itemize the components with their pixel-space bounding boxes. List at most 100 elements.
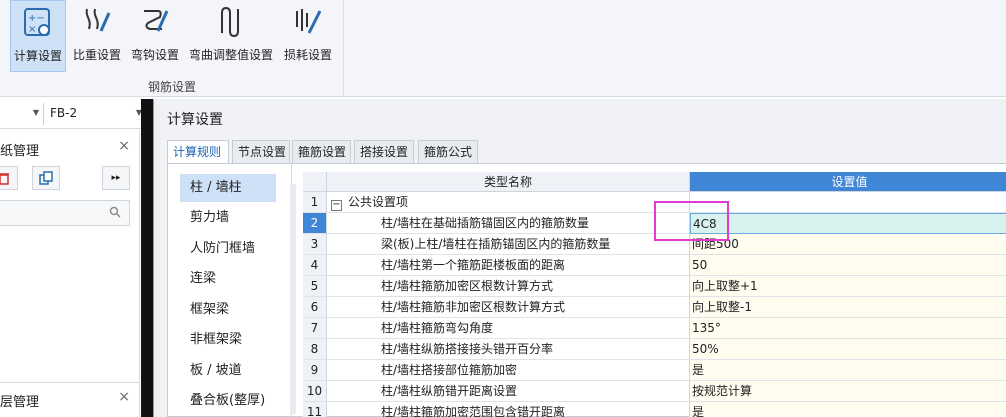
search-input[interactable] xyxy=(0,200,130,226)
delete-button[interactable] xyxy=(0,166,18,190)
row-number: 8 xyxy=(303,339,327,360)
row-number: 10 xyxy=(303,381,327,402)
loss-settings-label: 损耗设置 xyxy=(283,48,332,62)
value-cell[interactable]: 是 xyxy=(690,360,1006,381)
bend-adjust-label: 弯曲调整值设置 xyxy=(188,48,273,62)
trash-icon xyxy=(0,173,9,185)
copy-icon xyxy=(39,171,53,185)
category-item[interactable]: 连梁 xyxy=(180,265,276,293)
group-label: 公共设置项 xyxy=(348,195,409,209)
hook-settings-button[interactable]: 弯钩设置 xyxy=(128,0,182,72)
hook-settings-icon xyxy=(135,2,175,42)
value-cell[interactable]: 50% xyxy=(690,339,1006,360)
name-cell: 梁(板)上柱/墙柱在插筋锚固区内的箍筋数量 xyxy=(327,234,690,255)
tab-stirrup-settings[interactable]: 箍筋设置 xyxy=(292,140,351,164)
loss-settings-icon xyxy=(288,2,328,42)
calc-settings-dialog: 计算设置 计算规则 节点设置 箍筋设置 搭接设置 箍筋公式 柱 / 墙柱 剪力墙… xyxy=(153,99,1006,417)
table-row[interactable]: 8 柱/墙柱纵筋搭接接头错开百分率 50% xyxy=(303,339,1006,360)
category-item[interactable]: 柱 / 墙柱 xyxy=(180,174,276,202)
table-row[interactable]: 4 柱/墙柱第一个箍筋距楼板面的距离 50 xyxy=(303,255,1006,276)
drawing-panel-title: 纸管理 xyxy=(0,144,40,159)
table-row[interactable]: 10 柱/墙柱纵筋错开距离设置 按规范计算 xyxy=(303,381,1006,402)
category-list: 柱 / 墙柱 剪力墙 人防门框墙 连梁 框架梁 非框架梁 板 / 坡道 叠合板(… xyxy=(168,164,292,417)
category-item[interactable]: 板 / 坡道 xyxy=(180,357,276,385)
table-row[interactable]: 5 柱/墙柱箍筋加密区根数计算方式 向上取整+1 xyxy=(303,276,1006,297)
search-icon xyxy=(109,206,121,218)
value-cell[interactable]: 50 xyxy=(690,255,1006,276)
value-cell[interactable]: 间距500 xyxy=(690,234,1006,255)
bend-adjust-icon xyxy=(211,2,251,42)
value-cell xyxy=(690,192,1006,213)
component-combo[interactable]: FB-2 ▼ xyxy=(46,103,146,125)
hook-settings-label: 弯钩设置 xyxy=(130,48,179,62)
table-row[interactable]: 2 柱/墙柱在基础插筋锚固区内的箍筋数量 4C8 xyxy=(303,213,1006,234)
tab-node-settings[interactable]: 节点设置 xyxy=(232,140,290,164)
value-cell[interactable]: 是 xyxy=(690,402,1006,417)
calc-settings-button[interactable]: +− × 计算设置 xyxy=(10,0,66,72)
floor-panel-header: 层管理 × xyxy=(0,382,140,412)
close-icon[interactable]: × xyxy=(118,138,130,154)
expand-button[interactable]: ▸▸ xyxy=(102,166,130,190)
tab-stirrup-formula[interactable]: 箍筋公式 xyxy=(418,140,478,164)
calc-settings-label: 计算设置 xyxy=(13,49,62,63)
name-cell: 柱/墙柱箍筋加密范围包含错开距离 xyxy=(327,402,690,417)
value-cell[interactable]: 向上取整-1 xyxy=(690,297,1006,318)
table-row[interactable]: 6 柱/墙柱箍筋非加密区根数计算方式 向上取整-1 xyxy=(303,297,1006,318)
bend-adjust-button[interactable]: 弯曲调整值设置 xyxy=(186,0,276,72)
copy-button[interactable] xyxy=(32,166,60,190)
name-cell: 柱/墙柱箍筋弯勾角度 xyxy=(327,318,690,339)
row-number: 3 xyxy=(303,234,327,255)
chevron-down-icon: ▼ xyxy=(32,108,39,117)
canvas-strip xyxy=(141,99,153,417)
row-number: 4 xyxy=(303,255,327,276)
category-item[interactable]: 剪力墙 xyxy=(180,204,276,232)
row-number: 2 xyxy=(303,213,327,234)
dialog-title: 计算设置 xyxy=(167,112,223,128)
category-scrollbar[interactable] xyxy=(290,184,296,414)
tab-lap-settings[interactable]: 搭接设置 xyxy=(354,140,414,164)
value-cell[interactable]: 135° xyxy=(690,318,1006,339)
combo-left[interactable]: ▼ xyxy=(0,103,44,125)
tab-calc-rules[interactable]: 计算规则 xyxy=(167,140,229,165)
table-row[interactable]: 9 柱/墙柱搭接部位箍筋加密 是 xyxy=(303,360,1006,381)
row-number: 1 xyxy=(303,192,327,213)
name-cell: 柱/墙柱纵筋搭接接头错开百分率 xyxy=(327,339,690,360)
category-item[interactable]: 叠合板(整厚) xyxy=(180,387,276,415)
floor-combo-row: ▼ FB-2 ▼ xyxy=(0,99,148,129)
name-cell: 柱/墙柱在基础插筋锚固区内的箍筋数量 xyxy=(327,213,690,234)
table-row[interactable]: 3 梁(板)上柱/墙柱在插筋锚固区内的箍筋数量 间距500 xyxy=(303,234,1006,255)
col-header-value: 设置值 xyxy=(690,172,1006,192)
row-number: 5 xyxy=(303,276,327,297)
double-chevron-right-icon: ▸▸ xyxy=(111,173,121,183)
density-settings-label: 比重设置 xyxy=(72,48,121,62)
row-number: 9 xyxy=(303,360,327,381)
group-title: 钢筋设置 xyxy=(148,80,197,94)
drawing-panel-header: 纸管理 × xyxy=(0,134,140,160)
table-row[interactable]: 11 柱/墙柱箍筋加密范围包含错开距离 是 xyxy=(303,402,1006,417)
name-cell: 柱/墙柱箍筋加密区根数计算方式 xyxy=(327,276,690,297)
panel-toolbar: ▸▸ xyxy=(0,164,140,194)
row-number: 11 xyxy=(303,402,327,417)
table-row[interactable]: 7 柱/墙柱箍筋弯勾角度 135° xyxy=(303,318,1006,339)
col-header-num xyxy=(303,172,327,192)
tab-content: 柱 / 墙柱 剪力墙 人防门框墙 连梁 框架梁 非框架梁 板 / 坡道 叠合板(… xyxy=(167,163,1006,417)
value-cell[interactable]: 向上取整+1 xyxy=(690,276,1006,297)
left-panel: 纸管理 × ▸▸ 层管理 × xyxy=(0,130,140,417)
row-number: 6 xyxy=(303,297,327,318)
table-row-group[interactable]: 1 − 公共设置项 xyxy=(303,192,1006,213)
name-cell: 柱/墙柱第一个箍筋距楼板面的距离 xyxy=(327,255,690,276)
collapse-icon[interactable]: − xyxy=(331,200,342,211)
category-item[interactable]: 人防门框墙 xyxy=(180,235,276,263)
col-header-name: 类型名称 xyxy=(327,172,690,192)
ribbon: +− × 计算设置 比重设置 弯钩设置 弯曲调整值设置 损耗设置 钢筋设置 xyxy=(0,0,1006,97)
settings-grid: 类型名称 设置值 1 − 公共设置项 2 柱/墙柱在基础插筋锚固区内的箍筋数量 4… xyxy=(303,172,1006,417)
rebar-settings-group: +− × 计算设置 比重设置 弯钩设置 弯曲调整值设置 损耗设置 钢筋设置 xyxy=(0,0,344,97)
loss-settings-button[interactable]: 损耗设置 xyxy=(282,0,334,72)
close-icon[interactable]: × xyxy=(118,389,130,405)
value-cell[interactable]: 4C8 xyxy=(690,213,1006,234)
category-item[interactable]: 框架梁 xyxy=(180,296,276,324)
category-item[interactable]: 非框架梁 xyxy=(180,326,276,354)
density-settings-button[interactable]: 比重设置 xyxy=(72,0,122,72)
value-cell[interactable]: 按规范计算 xyxy=(690,381,1006,402)
calc-settings-icon: +− × xyxy=(18,3,58,43)
